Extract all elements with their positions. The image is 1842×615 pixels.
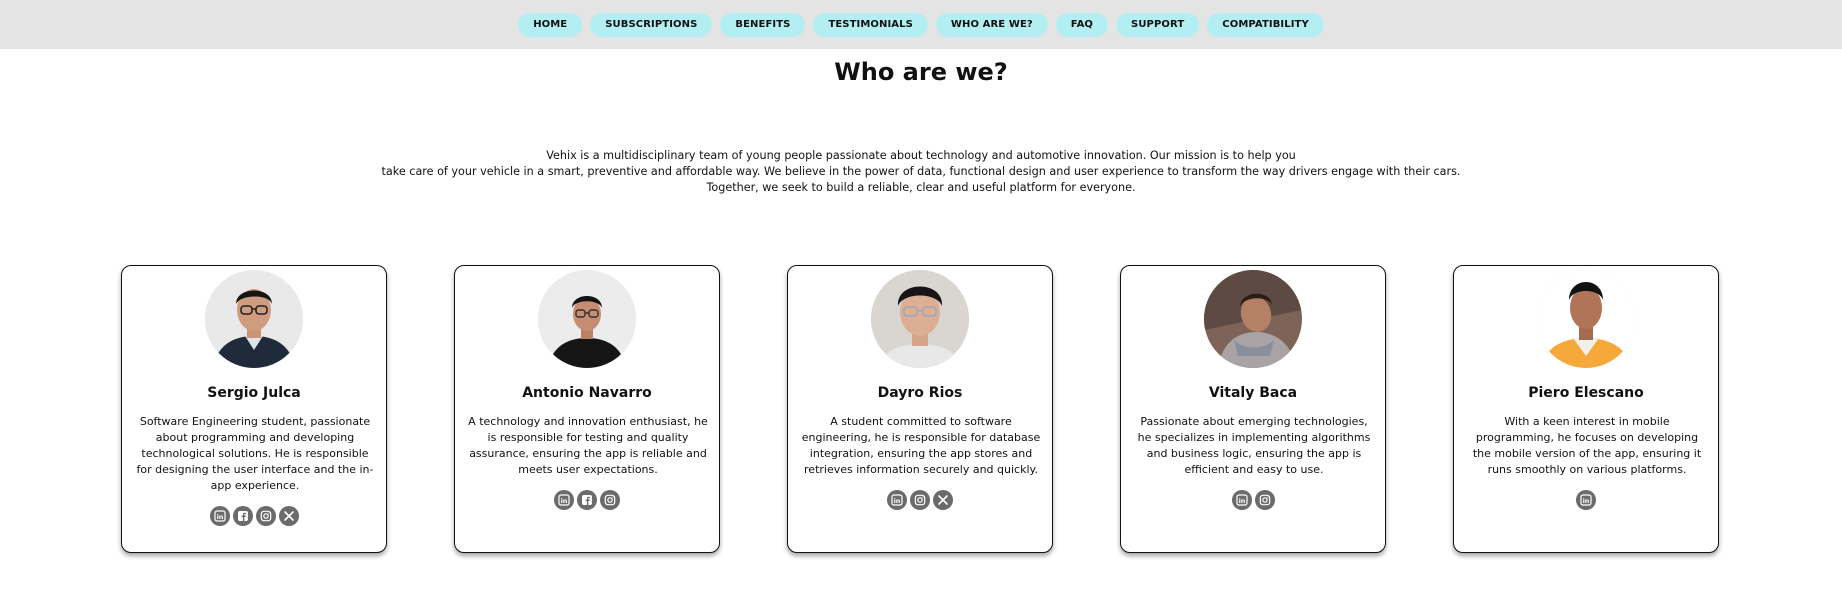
avatar [1204,270,1302,368]
nav-home[interactable]: HOME [518,12,583,37]
member-bio: With a keen interest in mobile programmi… [1472,415,1702,476]
svg-text:in: in [216,513,223,521]
instagram-icon[interactable] [1254,490,1275,510]
x-icon[interactable] [278,506,299,526]
member-name: Antonio Navarro [522,385,652,401]
team-card-piero-elescano: Piero Elescano With a keen interest in m… [1453,265,1719,553]
member-bio: Software Engineering student, passionate… [136,415,374,492]
intro-paragraph: Vehix is a multidisciplinary team of you… [0,148,1842,196]
nav-compatibility[interactable]: COMPATIBILITY [1207,12,1324,37]
team-card-vitaly-baca: Vitaly Baca Passionate about emerging te… [1120,265,1386,553]
x-icon[interactable] [933,490,953,510]
nav-support[interactable]: SUPPORT [1116,12,1200,37]
social-links: in [455,490,719,510]
intro-line: take care of your vehicle in a smart, pr… [381,165,1461,178]
instagram-icon[interactable] [600,490,620,510]
nav-faq[interactable]: FAQ [1055,12,1109,37]
facebook-icon[interactable] [577,490,597,510]
linkedin-icon[interactable]: in [554,490,574,510]
svg-text:in: in [894,497,901,505]
social-links: in [1454,490,1718,510]
social-links: in [1121,490,1385,510]
avatar [538,270,636,368]
section-title: Who are we? [834,58,1008,86]
svg-text:in: in [1238,497,1245,505]
social-links: in [788,490,1052,510]
linkedin-icon[interactable]: in [1576,490,1596,510]
nav-testimonials[interactable]: TESTIMONIALS [813,12,928,37]
member-bio: A technology and innovation enthusiast, … [468,415,708,476]
member-name: Vitaly Baca [1208,385,1298,401]
intro-line: Together, we seek to build a reliable, c… [706,181,1136,194]
member-bio: Passionate about emerging technologies, … [1137,415,1371,476]
avatar [205,270,303,368]
instagram-icon[interactable] [910,490,930,510]
team-card-dayro-rios: Dayro Rios A student committed to softwa… [787,265,1053,553]
linkedin-icon[interactable]: in [1231,490,1252,510]
avatar [871,270,969,368]
team-card-antonio-navarro: Antonio Navarro A technology and innovat… [454,265,720,553]
top-navbar: HOME SUBSCRIPTIONS BENEFITS TESTIMONIALS… [0,0,1842,49]
team-card-sergio-julca: Sergio Julca Software Engineering studen… [121,265,387,553]
nav-who-are-we[interactable]: WHO ARE WE? [935,12,1048,37]
intro-line: Vehix is a multidisciplinary team of you… [546,149,1296,162]
instagram-icon[interactable] [255,506,276,526]
linkedin-icon[interactable]: in [209,506,230,526]
linkedin-icon[interactable]: in [887,490,907,510]
avatar [1537,270,1635,368]
facebook-icon[interactable] [232,506,253,526]
member-bio: A student committed to software engineer… [801,415,1041,476]
svg-text:in: in [561,497,568,505]
svg-text:in: in [1583,497,1590,505]
member-name: Sergio Julca [207,385,301,401]
nav-subscriptions[interactable]: SUBSCRIPTIONS [590,12,713,37]
member-name: Dayro Rios [877,385,963,401]
social-links: in [122,506,386,526]
nav-benefits[interactable]: BENEFITS [720,12,806,37]
member-name: Piero Elescano [1528,385,1644,401]
